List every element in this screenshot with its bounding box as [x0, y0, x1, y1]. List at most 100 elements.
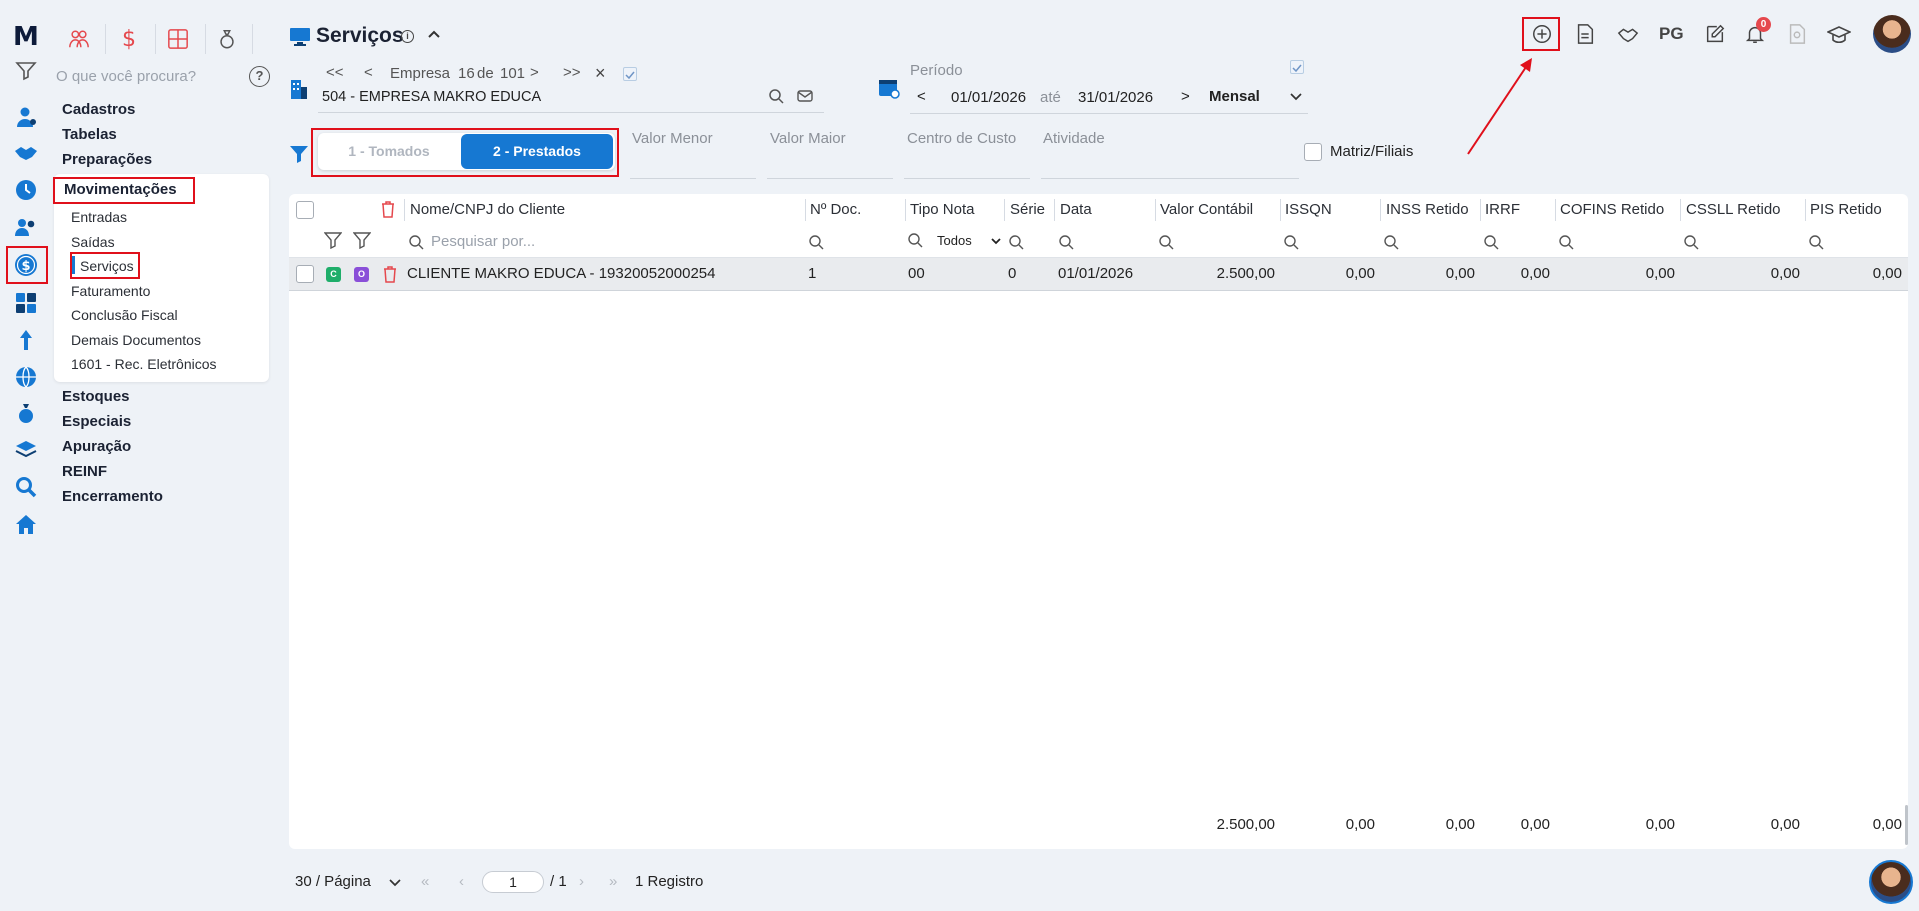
chevron-down-icon[interactable] [1288, 89, 1304, 109]
app-logo[interactable]: M [13, 22, 39, 52]
submenu-demais-documentos[interactable]: Demais Documentos [71, 332, 201, 348]
people-icon[interactable] [64, 24, 94, 54]
next-period-button[interactable]: > [1181, 88, 1190, 105]
pg-button[interactable]: PG [1659, 24, 1684, 44]
col-pis[interactable]: PIS Retido [1810, 201, 1882, 218]
edit-icon[interactable] [1700, 19, 1730, 49]
row-filter-icon[interactable] [352, 231, 372, 253]
grid-calc-icon[interactable] [163, 24, 193, 54]
doc-search-icon[interactable] [1782, 19, 1812, 49]
col-inss[interactable]: INSS Retido [1386, 201, 1469, 218]
col-csll[interactable]: CSSLL Retido [1686, 201, 1781, 218]
periodo-checkbox[interactable] [1290, 60, 1304, 74]
toggle-tomados[interactable]: 1 - Tomados [318, 133, 460, 170]
valor-maior-field[interactable]: Valor Maior [770, 130, 846, 147]
menu-search-input[interactable]: O que você procura? [56, 68, 196, 85]
search-icon[interactable] [907, 232, 923, 248]
help-icon[interactable]: ? [249, 66, 270, 87]
next-company-button[interactable]: > [530, 64, 539, 81]
search-icon[interactable] [1383, 234, 1399, 250]
col-cofins[interactable]: COFINS Retido [1560, 201, 1664, 218]
submenu-saidas[interactable]: Saídas [71, 234, 115, 250]
submenu-entradas[interactable]: Entradas [71, 209, 127, 225]
submenu-rec-eletronicos[interactable]: 1601 - Rec. Eletrônicos [71, 356, 217, 372]
submenu-faturamento[interactable]: Faturamento [71, 283, 150, 299]
money-bag-icon[interactable] [11, 398, 41, 428]
trash-header-icon[interactable] [380, 200, 396, 222]
toggle-prestados[interactable]: 2 - Prestados [461, 134, 613, 169]
layers-icon[interactable] [11, 435, 41, 465]
search-icon[interactable] [1483, 234, 1499, 250]
add-circle-icon[interactable] [1527, 19, 1557, 49]
mail-icon[interactable] [797, 88, 813, 108]
badge-o[interactable]: O [354, 267, 369, 282]
upload-arrow-icon[interactable] [11, 325, 41, 355]
select-all-checkbox[interactable] [296, 201, 314, 219]
menu-encerramento[interactable]: Encerramento [62, 488, 163, 505]
centro-custo-field[interactable]: Centro de Custo [907, 130, 1016, 147]
menu-tabelas[interactable]: Tabelas [62, 126, 117, 143]
dollar-icon[interactable]: $ [11, 250, 41, 280]
first-company-button[interactable]: << [326, 64, 344, 81]
period-mode-select[interactable]: Mensal [1209, 88, 1260, 105]
menu-apuracao[interactable]: Apuração [62, 438, 131, 455]
next-page-button[interactable]: › [579, 873, 584, 890]
scrollbar[interactable] [1905, 805, 1908, 845]
first-page-button[interactable]: « [421, 873, 429, 890]
col-data[interactable]: Data [1060, 201, 1092, 218]
prev-page-button[interactable]: ‹ [459, 873, 464, 890]
badge-c[interactable]: C [326, 267, 341, 282]
chevron-up-icon[interactable] [426, 26, 442, 46]
search-icon[interactable] [1158, 234, 1174, 250]
row-checkbox[interactable] [296, 265, 314, 283]
atividade-field[interactable]: Atividade [1043, 130, 1105, 147]
handshake-outline-icon[interactable] [1613, 19, 1643, 49]
search-icon[interactable] [1283, 234, 1299, 250]
valor-menor-field[interactable]: Valor Menor [632, 130, 713, 147]
user-settings-icon[interactable] [11, 102, 41, 132]
prev-period-button[interactable]: < [917, 88, 926, 105]
search-icon[interactable] [1558, 234, 1574, 250]
graduation-cap-icon[interactable] [1824, 20, 1854, 50]
handshake-icon[interactable] [11, 138, 41, 168]
matriz-checkbox[interactable] [1304, 143, 1322, 161]
col-num-doc[interactable]: Nº Doc. [810, 201, 861, 218]
search-icon[interactable] [1683, 234, 1699, 250]
page-input[interactable]: 1 [482, 871, 544, 893]
home-icon[interactable] [11, 510, 41, 540]
menu-cadastros[interactable]: Cadastros [62, 101, 135, 118]
last-company-button[interactable]: >> [563, 64, 581, 81]
col-tipo-nota[interactable]: Tipo Nota [910, 201, 974, 218]
document-icon[interactable] [1570, 19, 1600, 49]
column-filter-icon[interactable] [323, 231, 343, 253]
col-valor-contabil[interactable]: Valor Contábil [1160, 201, 1253, 218]
clock-icon[interactable] [11, 175, 41, 205]
globe-icon[interactable] [11, 362, 41, 392]
chevron-down-icon[interactable] [388, 875, 402, 893]
assistant-avatar[interactable] [1869, 860, 1913, 904]
cliente-search-input[interactable]: Pesquisar por... [431, 233, 535, 250]
menu-preparacoes[interactable]: Preparações [62, 151, 152, 168]
search-icon[interactable] [1008, 234, 1024, 250]
col-irrf[interactable]: IRRF [1485, 201, 1520, 218]
menu-reinf[interactable]: REINF [62, 463, 107, 480]
info-icon[interactable]: i [401, 30, 414, 43]
period-from[interactable]: 01/01/2026 [951, 89, 1026, 106]
filter-icon[interactable] [11, 56, 41, 86]
calculator-icon[interactable] [11, 288, 41, 318]
submenu-conclusao-fiscal[interactable]: Conclusão Fiscal [71, 307, 178, 323]
search-icon[interactable] [1808, 234, 1824, 250]
search-icon[interactable] [1058, 234, 1074, 250]
company-checkbox[interactable] [623, 67, 637, 81]
menu-especiais[interactable]: Especiais [62, 413, 131, 430]
tipo-nota-select[interactable]: Todos [937, 233, 972, 248]
col-serie[interactable]: Série [1010, 201, 1045, 218]
search-icon[interactable] [808, 234, 824, 250]
chevron-down-icon[interactable] [990, 234, 1002, 251]
menu-estoques[interactable]: Estoques [62, 388, 130, 405]
col-cliente[interactable]: Nome/CNPJ do Cliente [410, 201, 565, 218]
dollar-sign-icon[interactable]: $ [114, 24, 144, 54]
funnel-icon[interactable] [289, 144, 309, 168]
period-to[interactable]: 31/01/2026 [1078, 89, 1153, 106]
col-issqn[interactable]: ISSQN [1285, 201, 1332, 218]
